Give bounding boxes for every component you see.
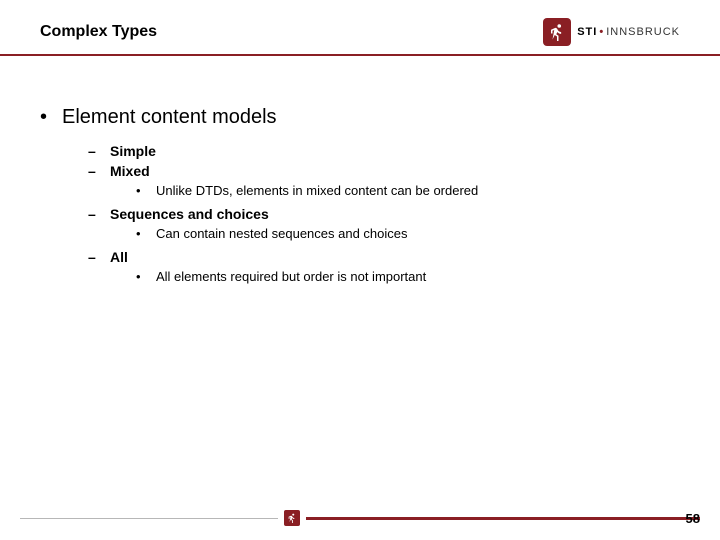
l3-text: Can contain nested sequences and choices (156, 226, 408, 241)
runner-icon (284, 510, 300, 526)
l2-text: Simple (110, 143, 156, 159)
bullet-dash-icon: – (88, 249, 110, 265)
bullet-l1: • Element content models (40, 106, 680, 129)
footer-line (20, 510, 700, 526)
bullet-l2: – Mixed (88, 163, 680, 179)
bullet-l2: – All (88, 249, 680, 265)
footer: 58 (0, 510, 720, 526)
l2-text: All (110, 249, 128, 265)
l3-text: Unlike DTDs, elements in mixed content c… (156, 183, 478, 198)
content: • Element content models – Simple – Mixe… (0, 56, 720, 284)
footer-thick-rule (306, 517, 700, 520)
brand-text-rest: INNSBRUCK (606, 26, 680, 38)
brand-text: STI•INNSBRUCK (577, 26, 680, 38)
bullet-dot-icon: • (136, 269, 156, 284)
bullet-dot-icon: • (136, 226, 156, 241)
header: Complex Types STI•INNSBRUCK (0, 0, 720, 54)
bullet-l2: – Simple (88, 143, 680, 159)
page-number: 58 (686, 511, 700, 526)
bullet-dash-icon: – (88, 163, 110, 179)
bullet-l3: • Unlike DTDs, elements in mixed content… (136, 183, 680, 198)
footer-thin-rule (20, 518, 278, 519)
bullet-dash-icon: – (88, 143, 110, 159)
bullet-l3: • Can contain nested sequences and choic… (136, 226, 680, 241)
bullet-l2: – Sequences and choices (88, 206, 680, 222)
l3-text: All elements required but order is not i… (156, 269, 426, 284)
brand-logo: STI•INNSBRUCK (543, 18, 680, 46)
runner-icon (543, 18, 571, 46)
bullet-l3: • All elements required but order is not… (136, 269, 680, 284)
slide: Complex Types STI•INNSBRUCK • Element co… (0, 0, 720, 540)
bullet-dot-icon: • (136, 183, 156, 198)
l2-text: Mixed (110, 163, 150, 179)
slide-title: Complex Types (40, 23, 157, 41)
bullet-dot-icon: • (40, 106, 62, 129)
brand-text-bold: STI (577, 26, 597, 38)
bullet-dash-icon: – (88, 206, 110, 222)
footer-logo (284, 510, 300, 526)
brand-dot-icon: • (599, 26, 604, 38)
l2-text: Sequences and choices (110, 206, 269, 222)
l1-text: Element content models (62, 106, 277, 129)
